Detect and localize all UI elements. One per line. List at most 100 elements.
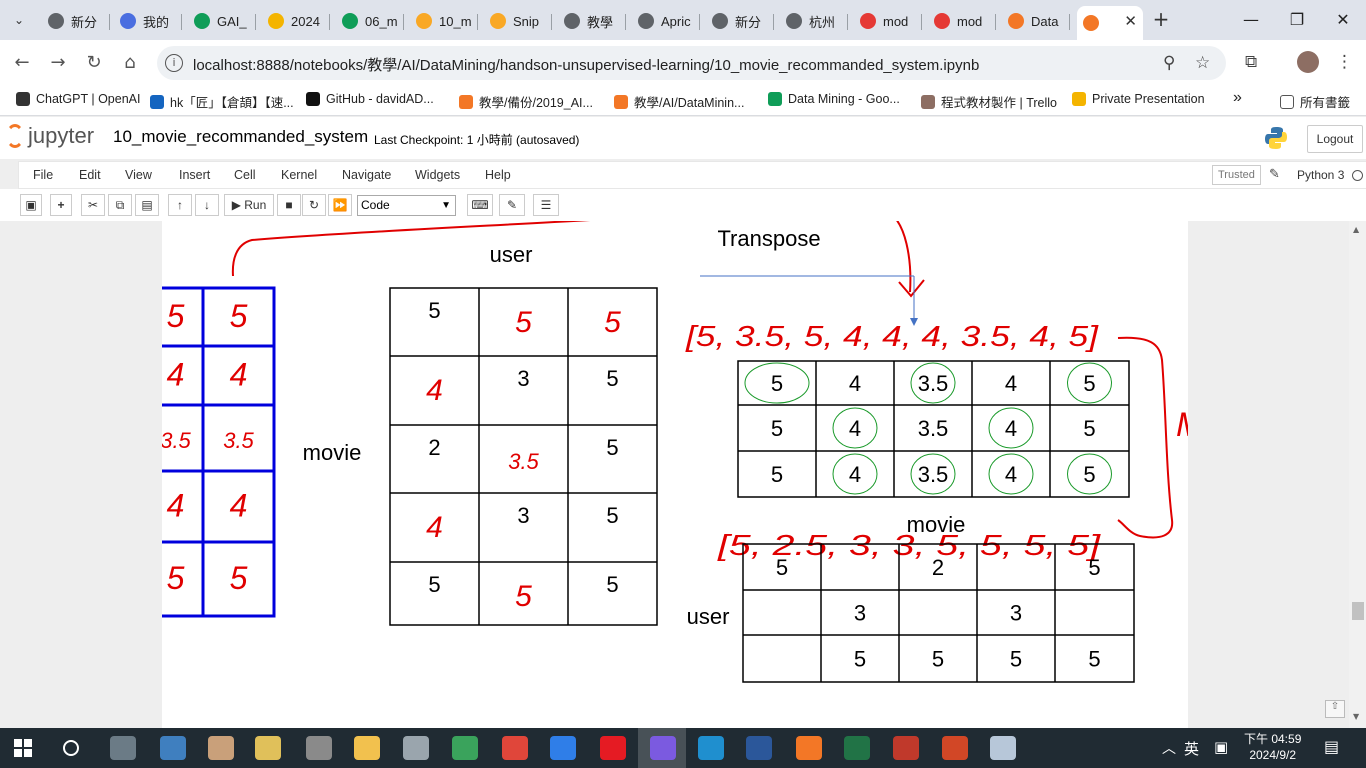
- menu-widgets[interactable]: Widgets: [415, 168, 460, 182]
- extensions-icon[interactable]: ⧉: [1245, 52, 1257, 72]
- bookmark-star-icon[interactable]: ☆: [1195, 53, 1210, 73]
- paint-icon[interactable]: [990, 736, 1016, 760]
- media-app-icon[interactable]: [452, 736, 478, 760]
- tab[interactable]: 杭州: [780, 8, 848, 34]
- powerpoint-icon[interactable]: [942, 736, 968, 760]
- tab[interactable]: mod: [854, 8, 922, 34]
- bookmark-item[interactable]: Private Presentation: [1072, 92, 1205, 106]
- menu-help[interactable]: Help: [485, 168, 511, 182]
- save-icon[interactable]: ▣: [20, 194, 42, 216]
- site-info-icon[interactable]: i: [165, 54, 183, 72]
- notes-app-icon[interactable]: [255, 736, 281, 760]
- minimize-button[interactable]: —: [1236, 10, 1266, 29]
- start-windows-icon[interactable]: [14, 739, 32, 757]
- all-bookmarks[interactable]: 所有書籤: [1280, 92, 1350, 111]
- copy-icon[interactable]: ⧉: [108, 194, 132, 216]
- edit-pencil-icon[interactable]: ✎: [1269, 167, 1280, 182]
- tab-active[interactable]: ✕: [1077, 6, 1143, 40]
- bookmark-item[interactable]: hk「匠」【倉頡】【速...: [150, 92, 294, 111]
- tab[interactable]: 我的: [114, 8, 182, 34]
- vertical-scrollbar[interactable]: ▲ ▼: [1349, 221, 1366, 728]
- tab[interactable]: Apric: [632, 8, 700, 34]
- network-icon[interactable]: ▣: [1214, 738, 1228, 756]
- menu-insert[interactable]: Insert: [179, 168, 210, 182]
- bookmark-item[interactable]: ChatGPT | OpenAI: [16, 92, 140, 106]
- cell-type-select[interactable]: Code ▼: [357, 195, 456, 216]
- camera-app-icon[interactable]: [306, 736, 332, 760]
- file-explorer-icon[interactable]: [354, 736, 380, 760]
- clock[interactable]: 下午 04:59 2024/9/2: [1244, 731, 1301, 763]
- move-up-icon[interactable]: ↑: [168, 194, 192, 216]
- menu-edit[interactable]: Edit: [79, 168, 101, 182]
- task-view-icon[interactable]: [110, 736, 136, 760]
- tray-chevron-icon[interactable]: ︿: [1162, 738, 1176, 758]
- camera-icon[interactable]: [403, 736, 429, 760]
- back-icon[interactable]: ←: [10, 51, 34, 75]
- word-icon[interactable]: [746, 736, 772, 760]
- opera-icon[interactable]: [600, 736, 626, 760]
- notification-icon[interactable]: ▤: [1324, 737, 1339, 756]
- close-tab-icon[interactable]: ✕: [1124, 12, 1137, 30]
- reload-icon[interactable]: ↻: [82, 51, 106, 75]
- celltoolbar-icon[interactable]: ✎: [499, 194, 525, 216]
- tab[interactable]: Data: [1002, 8, 1070, 34]
- move-down-icon[interactable]: ↓: [195, 194, 219, 216]
- keyboard-icon[interactable]: ⌨: [467, 194, 493, 216]
- forward-icon[interactable]: →: [46, 51, 70, 75]
- tab[interactable]: 新分: [706, 8, 774, 34]
- jupyter-logo[interactable]: jupyter: [6, 123, 94, 149]
- interrupt-icon[interactable]: ■: [277, 194, 301, 216]
- menu-kernel[interactable]: Kernel: [281, 168, 317, 182]
- scroll-up-icon[interactable]: ▲: [1353, 225, 1359, 234]
- ime-indicator[interactable]: 英: [1184, 738, 1199, 759]
- restart-icon[interactable]: ↻: [302, 194, 326, 216]
- zoom-icon[interactable]: ⚲: [1163, 53, 1175, 73]
- trusted-indicator[interactable]: Trusted: [1212, 165, 1261, 185]
- search-icon[interactable]: [63, 740, 79, 756]
- new-tab-button[interactable]: +: [1150, 8, 1172, 30]
- list-icon[interactable]: ☰: [533, 194, 559, 216]
- paste-icon[interactable]: ▤: [135, 194, 159, 216]
- browser-menu-icon[interactable]: ⋮: [1336, 52, 1353, 72]
- tab[interactable]: 2024: [262, 8, 330, 34]
- menu-cell[interactable]: Cell: [234, 168, 256, 182]
- webex-icon[interactable]: [550, 736, 576, 760]
- bookmark-item[interactable]: 教學/備份/2019_AI...: [459, 92, 593, 111]
- scrollbar-thumb[interactable]: [1352, 602, 1364, 620]
- tab-search-button[interactable]: ⌄: [8, 10, 30, 30]
- notebook-name[interactable]: 10_movie_recommanded_system: [113, 127, 368, 147]
- scroll-to-top-icon[interactable]: ⇧: [1325, 700, 1345, 718]
- bookmark-item[interactable]: 教學/AI/DataMinin...: [614, 92, 744, 111]
- tab[interactable]: mod: [928, 8, 996, 34]
- bookmark-item[interactable]: 程式教材製作 | Trello: [921, 92, 1057, 111]
- cut-icon[interactable]: ✂: [81, 194, 105, 216]
- jupyter-app-icon[interactable]: [796, 736, 822, 760]
- bookmark-item[interactable]: GitHub - davidAD...: [306, 92, 434, 106]
- home-icon[interactable]: ⌂: [118, 51, 142, 75]
- omnibox[interactable]: i localhost:8888/notebooks/教學/AI/DataMin…: [157, 46, 1226, 80]
- tab[interactable]: 06_m: [336, 8, 404, 34]
- tab[interactable]: 教學: [558, 8, 626, 34]
- close-window-button[interactable]: ✕: [1328, 10, 1358, 29]
- excel-icon[interactable]: [844, 736, 870, 760]
- tab[interactable]: GAI_: [188, 8, 256, 34]
- tab[interactable]: 新分: [42, 8, 110, 34]
- tab[interactable]: 10_m: [410, 8, 478, 34]
- bookmark-item[interactable]: Data Mining - Goo...: [768, 92, 900, 106]
- run-button[interactable]: ▶ Run: [224, 194, 274, 216]
- menu-navigate[interactable]: Navigate: [342, 168, 391, 182]
- profile-avatar[interactable]: [1297, 51, 1319, 73]
- image-app-icon[interactable]: [208, 736, 234, 760]
- restart-run-all-icon[interactable]: ⏩: [328, 194, 352, 216]
- chrome-icon[interactable]: [502, 736, 528, 760]
- scroll-down-icon[interactable]: ▼: [1353, 712, 1359, 721]
- menu-file[interactable]: File: [33, 168, 53, 182]
- logout-button[interactable]: Logout: [1307, 125, 1363, 153]
- insert-cell-icon[interactable]: +: [50, 194, 72, 216]
- restore-button[interactable]: ❐: [1282, 10, 1312, 29]
- menu-view[interactable]: View: [125, 168, 152, 182]
- more-bookmarks-icon[interactable]: »: [1233, 89, 1242, 107]
- network-tool-icon[interactable]: [160, 736, 186, 760]
- network-app-icon[interactable]: [893, 736, 919, 760]
- chrome-beta-icon[interactable]: [650, 736, 676, 760]
